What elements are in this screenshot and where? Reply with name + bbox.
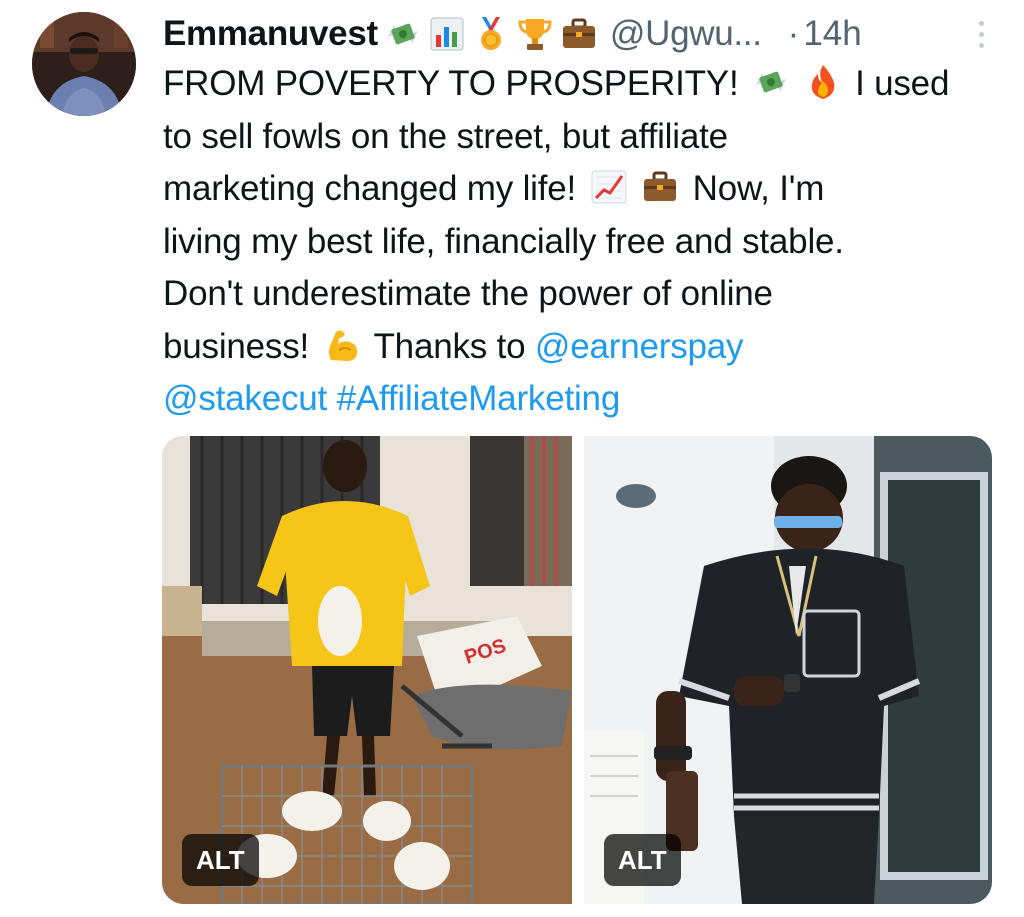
avatar[interactable]	[32, 12, 136, 116]
more-options-icon[interactable]	[969, 14, 993, 54]
tweet-line: business! Thanks to @earnerspay	[163, 321, 1003, 374]
mention-earnerspay[interactable]: @earnerspay	[535, 327, 744, 366]
handle[interactable]: @Ugwu...	[610, 14, 762, 54]
tweet-line: @stakecut #AffiliateMarketing	[163, 373, 1003, 426]
photo-man-with-chickens[interactable]: POS ALT	[162, 436, 572, 904]
briefcase-icon	[644, 171, 677, 201]
tweet-card[interactable]: Emmanuvest @Ugwu... · 14h FROM POVERTY T…	[0, 0, 1024, 917]
alt-button[interactable]: ALT	[182, 834, 259, 886]
text-segment: I used	[855, 64, 950, 103]
tweet-line: FROM POVERTY TO PROSPERITY! I used	[163, 58, 1003, 111]
text-segment: Now, I'm	[692, 169, 825, 208]
money-with-wings-icon	[756, 71, 786, 93]
name-badges	[384, 15, 598, 53]
tweet-line: to sell fowls on the street, but affilia…	[163, 116, 728, 156]
trophy-icon	[518, 19, 552, 50]
media-grid: POS ALT ALT	[162, 436, 992, 904]
timestamp[interactable]: 14h	[803, 14, 861, 54]
fire-icon	[811, 65, 834, 99]
money-with-wings-icon	[387, 23, 418, 45]
alt-button[interactable]: ALT	[604, 834, 681, 886]
bar-chart-icon	[430, 17, 464, 51]
text-segment: marketing changed my life!	[163, 169, 577, 208]
text-segment: FROM POVERTY TO PROSPERITY!	[163, 64, 739, 103]
medal-icon	[480, 17, 501, 50]
separator-dot: ·	[787, 14, 800, 53]
photo-man-in-kaftan[interactable]: ALT	[584, 436, 992, 904]
text-segment: business!	[163, 326, 310, 366]
tweet-header: Emmanuvest @Ugwu... · 14h	[163, 10, 993, 58]
tweet-line: living my best life, financially free an…	[163, 221, 844, 261]
tweet-line: marketing changed my life! Now, I'm	[163, 163, 1003, 216]
tweet-line: Don't underestimate the power of online	[163, 274, 773, 313]
flexed-biceps-icon	[328, 329, 357, 361]
chart-increasing-icon	[591, 170, 627, 204]
display-name[interactable]: Emmanuvest	[163, 14, 378, 54]
tweet-text: FROM POVERTY TO PROSPERITY! I used to se…	[163, 58, 1003, 426]
mention-stakecut[interactable]: @stakecut	[163, 379, 327, 418]
text-segment: Thanks to	[373, 326, 526, 366]
briefcase-icon	[562, 18, 595, 48]
hashtag-affiliate-marketing[interactable]: #AffiliateMarketing	[337, 379, 621, 418]
